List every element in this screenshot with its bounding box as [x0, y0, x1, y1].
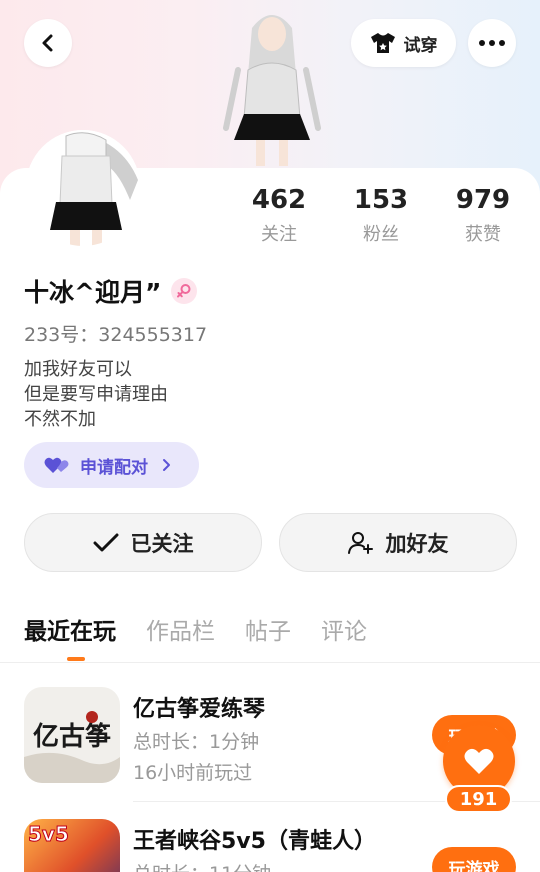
game-duration: 总时长：1分钟	[133, 731, 260, 753]
profile-tabs: 最近在玩 作品栏 帖子 评论	[24, 612, 397, 646]
bio-line: 但是要写申请理由	[24, 384, 168, 405]
tab-posts[interactable]: 帖子	[245, 612, 291, 646]
game-duration: 总时长：11分钟	[133, 859, 271, 872]
game-icon-art: 5v5	[24, 819, 120, 872]
try-on-label: 试穿	[403, 35, 438, 56]
stat-likes[interactable]: 979 获赞	[443, 184, 523, 246]
like-count: 191	[445, 785, 512, 813]
game-icon-text: 5v5	[28, 822, 69, 846]
pair-hearts-icon	[44, 457, 69, 473]
nickname-row: 十冰^迎月”	[24, 273, 198, 309]
likes-received-count: 979	[455, 185, 511, 215]
active-tab-indicator	[67, 657, 85, 661]
female-icon	[177, 284, 191, 298]
tab-comments[interactable]: 评论	[321, 612, 367, 646]
tab-works[interactable]: 作品栏	[146, 612, 215, 646]
apply-pair-button[interactable]: 申请配对	[24, 442, 199, 488]
stat-following[interactable]: 462 关注	[239, 184, 319, 246]
add-friend-button[interactable]: 加好友	[279, 513, 517, 572]
following-count: 462	[251, 185, 307, 215]
apply-pair-label: 申请配对	[80, 457, 148, 478]
avatar-image	[26, 130, 140, 246]
heart-icon	[464, 748, 494, 774]
user-id: 233号：324555317	[24, 324, 208, 346]
bio-line: 加我好友可以	[24, 359, 132, 380]
followers-count: 153	[353, 185, 409, 215]
game-icon-text: 亿古筝	[33, 721, 111, 752]
game-name: 王者峡谷5v5（青蛙人）	[133, 829, 376, 854]
game-last-played: 16小时前玩过	[133, 762, 253, 784]
list-item[interactable]: 亿古筝 亿古筝爱练琴 总时长：1分钟 16小时前玩过 玩游戏	[24, 687, 516, 784]
list-item[interactable]: 5v5 王者峡谷5v5（青蛙人） 总时长：11分钟 玩游戏	[24, 819, 516, 872]
check-icon	[93, 533, 118, 551]
likes-received-label: 获赞	[465, 224, 501, 245]
chevron-right-icon	[163, 459, 170, 471]
try-on-button[interactable]: 试穿	[351, 19, 456, 67]
game-name: 亿古筝爱练琴	[133, 697, 266, 722]
game-icon: 5v5	[24, 819, 120, 872]
game-icon-art: 亿古筝	[24, 687, 120, 783]
nickname: 十冰^迎月”	[24, 278, 162, 307]
game-icon: 亿古筝	[24, 687, 120, 783]
following-label: 关注	[261, 224, 297, 245]
tabs-divider	[0, 662, 540, 663]
more-dots-icon	[479, 40, 505, 46]
gender-badge	[171, 278, 198, 304]
following-button[interactable]: 已关注	[24, 513, 262, 572]
tab-recently-played[interactable]: 最近在玩	[24, 612, 116, 646]
stat-followers[interactable]: 153 粉丝	[341, 184, 421, 246]
add-user-icon	[347, 531, 373, 554]
followers-label: 粉丝	[363, 224, 399, 245]
back-arrow-icon	[42, 34, 53, 52]
following-button-label: 已关注	[130, 531, 194, 556]
play-game-button[interactable]: 玩游戏	[432, 847, 516, 872]
back-button[interactable]	[24, 19, 72, 67]
bio: 加我好友可以 但是要写申请理由 不然不加	[24, 357, 168, 432]
bio-line: 不然不加	[24, 409, 96, 430]
avatar[interactable]	[26, 130, 140, 246]
shirt-icon	[370, 33, 395, 53]
avatar-figure-illustration	[223, 15, 321, 166]
add-friend-button-label: 加好友	[385, 531, 449, 556]
more-button[interactable]	[468, 19, 516, 67]
